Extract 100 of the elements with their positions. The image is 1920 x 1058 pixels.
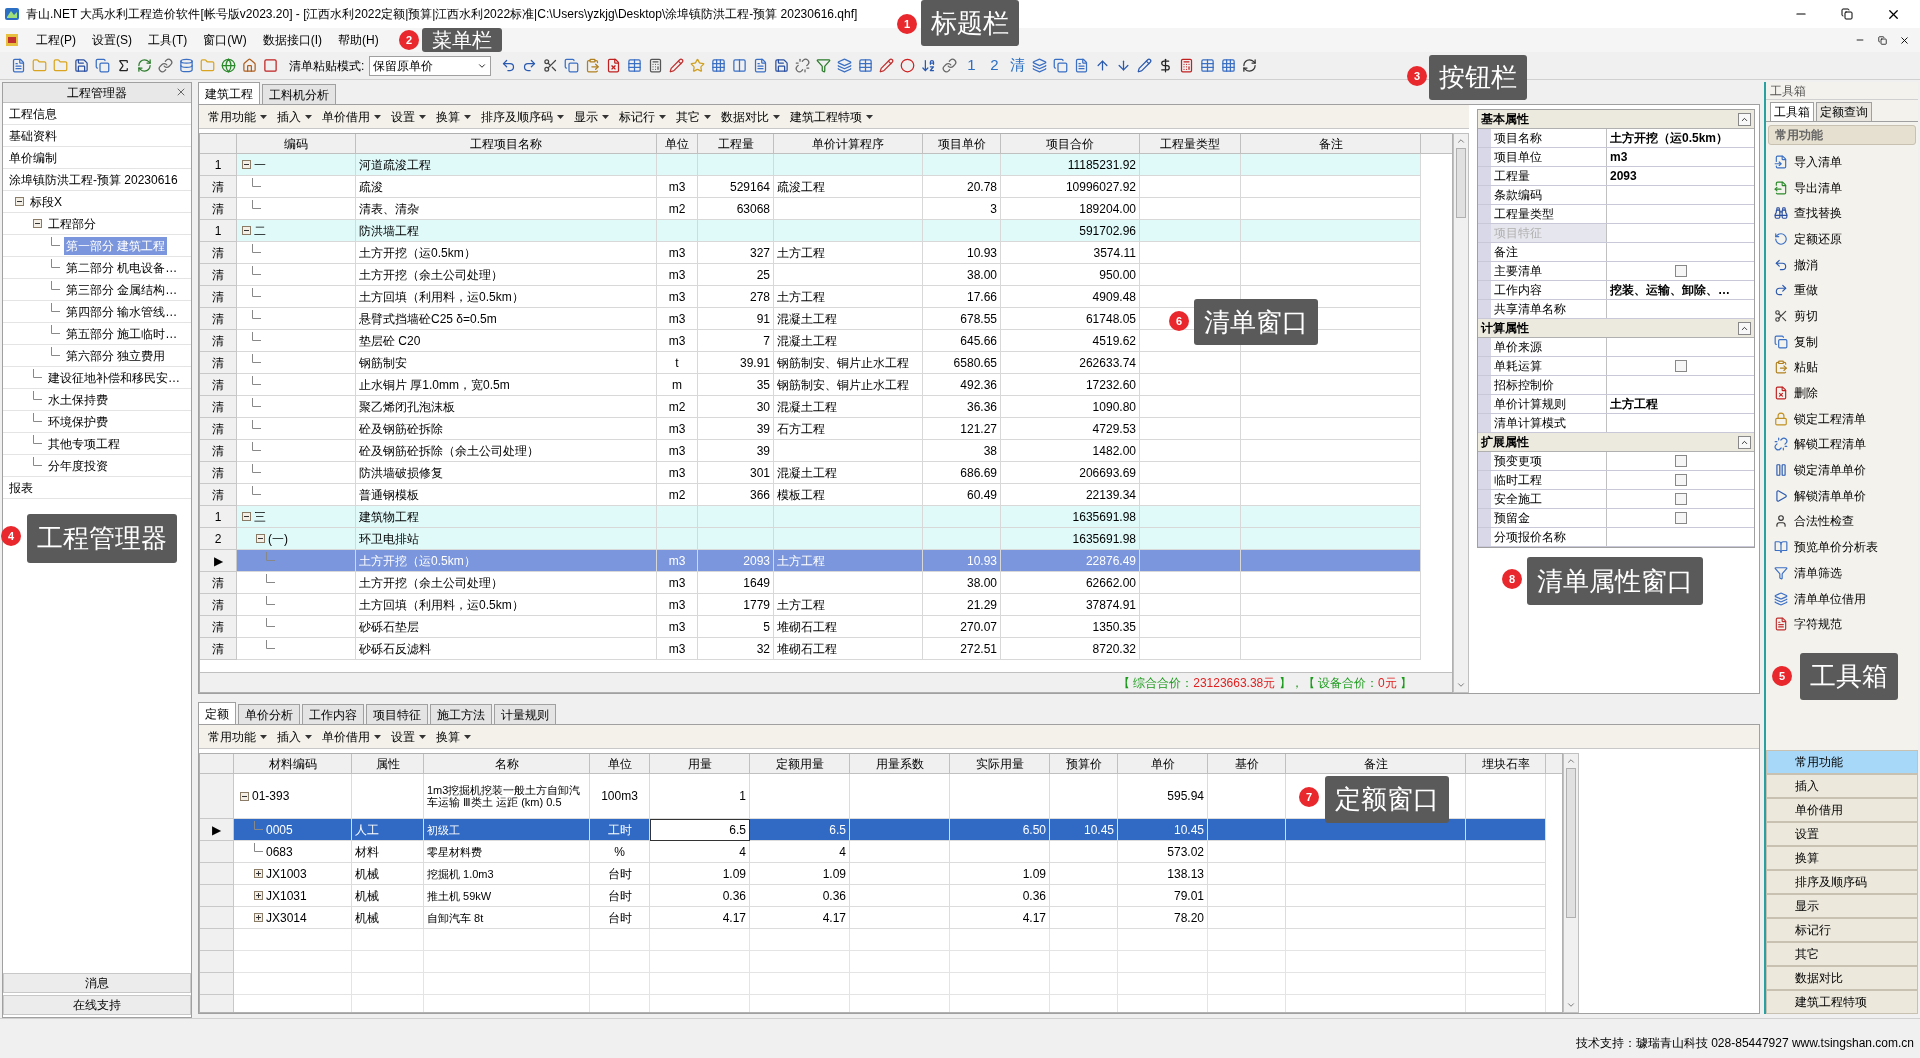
- plus-box-icon[interactable]: [254, 869, 263, 878]
- scroll-down-icon[interactable]: [1566, 1000, 1576, 1010]
- checkbox[interactable]: [1674, 265, 1687, 277]
- tree-item[interactable]: 其他专项工程: [46, 434, 122, 453]
- table-row[interactable]: 0683 材料 零星材料费 % 4 4 573.02: [200, 841, 1546, 863]
- toolbox-group[interactable]: 标记行: [1766, 918, 1918, 942]
- table-row[interactable]: 清 土方回填（利用料，运0.5km） m3 278 土方工程 17.66 4909.48: [200, 286, 1421, 308]
- table-row[interactable]: JX1031 机械 推土机 59kW 台时 0.36 0.36 0.36 79.01: [200, 885, 1546, 907]
- toolbox-item[interactable]: 锁定清单单价: [1766, 457, 1874, 483]
- menu-button[interactable]: 换算: [431, 726, 476, 747]
- toolbox-group[interactable]: 设置: [1766, 822, 1918, 846]
- toolbox-item[interactable]: 剪切: [1766, 303, 1826, 329]
- nav-item[interactable]: 涂埠镇防洪工程-预算 20230616: [9, 170, 178, 189]
- menu-button[interactable]: 换算: [431, 106, 476, 127]
- tab[interactable]: 工料机分析: [262, 84, 336, 104]
- menu-button[interactable]: 常用功能: [203, 726, 272, 747]
- minus-box-icon[interactable]: [240, 791, 249, 801]
- nav-item[interactable]: 报表: [9, 478, 33, 497]
- checkbox[interactable]: [1674, 474, 1687, 486]
- toolbar-button[interactable]: 2: [983, 55, 1006, 76]
- tab[interactable]: 单价分析: [238, 704, 300, 724]
- toolbar-button[interactable]: 清: [1006, 55, 1029, 76]
- tree-item[interactable]: 环境保护费: [46, 412, 110, 431]
- group-row[interactable]: 1 二 防洪墙工程 591702.96: [200, 220, 1421, 242]
- tree-item[interactable]: 建设征地补偿和移民安…: [46, 368, 182, 387]
- menu-button[interactable]: 单价借用: [317, 106, 386, 127]
- group-row[interactable]: 1 三 建筑物工程 1635691.98: [200, 506, 1421, 528]
- table-row[interactable]: 清 土方回填（利用料，运0.5km） m3 1779 土方工程 21.29 37874.91: [200, 594, 1421, 616]
- input-field[interactable]: 6.5: [650, 819, 750, 841]
- toolbox-item[interactable]: 导出清单: [1766, 174, 1850, 201]
- tab[interactable]: 定额: [198, 702, 236, 724]
- checkbox[interactable]: [1674, 455, 1687, 467]
- toolbox-group[interactable]: 插入: [1766, 774, 1918, 798]
- checkbox[interactable]: [1674, 512, 1687, 524]
- nav-item[interactable]: 基础资料: [9, 126, 57, 145]
- table-row[interactable]: 清 砼及钢筋砼拆除（余土公司处理） m3 39 38 1482.00: [200, 440, 1421, 462]
- plus-box-icon[interactable]: [254, 891, 263, 900]
- toolbox-item[interactable]: 导入清单: [1766, 149, 1850, 175]
- menu-button[interactable]: 设置: [386, 726, 431, 747]
- menu-item[interactable]: 工具(T): [140, 29, 196, 51]
- toolbox-item[interactable]: 预览单价分析表: [1766, 534, 1886, 560]
- table-row[interactable]: 清 土方开挖（余土公司处理） m3 1649 38.00 62662.00: [200, 572, 1421, 594]
- collapse-button[interactable]: [1738, 321, 1751, 335]
- group-row[interactable]: 2 (一) 环卫电排站 1635691.98: [200, 528, 1421, 550]
- toolbox-item[interactable]: 合法性检查: [1766, 508, 1862, 535]
- menu-button[interactable]: 标记行: [614, 106, 671, 127]
- menu-button[interactable]: 设置: [386, 106, 431, 127]
- menu-item[interactable]: 帮助(H): [330, 29, 387, 51]
- toolbox-group[interactable]: 单价借用: [1766, 798, 1918, 822]
- minus-box-icon[interactable]: [33, 219, 42, 228]
- minus-box-icon[interactable]: [242, 160, 251, 169]
- table-row[interactable]: 清 防洪墙破损修复 m3 301 混凝土工程 686.69 206693.69: [200, 462, 1421, 484]
- toolbox-item[interactable]: 锁定工程清单: [1766, 405, 1874, 432]
- menu-button[interactable]: 常用功能: [203, 106, 272, 127]
- menu-item[interactable]: 工程(P): [28, 29, 84, 51]
- table-row[interactable]: 清 普通钢模板 m2 366 模板工程 60.49 22139.34: [200, 484, 1421, 506]
- toolbox-group[interactable]: 显示: [1766, 894, 1918, 918]
- toolbox-group[interactable]: 其它: [1766, 942, 1918, 966]
- toolbox-item[interactable]: 重做: [1766, 277, 1826, 304]
- plus-box-icon[interactable]: [254, 913, 263, 922]
- toolbox-group[interactable]: 换算: [1766, 846, 1918, 870]
- menu-button[interactable]: 排序及顺序码: [476, 106, 569, 127]
- tree-item[interactable]: 第六部分 独立费用: [64, 346, 168, 365]
- toolbox-item[interactable]: 删除: [1766, 380, 1826, 406]
- toolbox-item[interactable]: 复制: [1766, 328, 1826, 355]
- panel-button[interactable]: 消息: [3, 973, 191, 993]
- toolbox-item[interactable]: 清单单位借用: [1766, 585, 1874, 612]
- nav-item[interactable]: 工程信息: [9, 104, 57, 123]
- table-row[interactable]: 清 聚乙烯闭孔泡沫板 m2 30 混凝土工程 36.36 1090.80: [200, 396, 1421, 418]
- toolbox-item[interactable]: 撤消: [1766, 251, 1826, 278]
- tree-item[interactable]: 标段X: [28, 192, 64, 211]
- tab[interactable]: 工具箱: [1770, 102, 1814, 121]
- toolbox-item[interactable]: 粘贴: [1766, 354, 1826, 381]
- selected-row[interactable]: ▶ 土方开挖（运0.5km） m3 2093 土方工程 10.93 22876.49: [200, 550, 1421, 572]
- minus-box-icon[interactable]: [15, 197, 24, 206]
- tab[interactable]: 工作内容: [302, 704, 364, 724]
- tree-item[interactable]: 第四部分 输水管线…: [64, 302, 180, 321]
- scrollbar[interactable]: [1453, 133, 1469, 693]
- table-row[interactable]: 清 土方开挖（运0.5km） m3 327 土方工程 10.93 3574.11: [200, 242, 1421, 264]
- scroll-up-icon[interactable]: [1456, 136, 1466, 146]
- collapse-button[interactable]: [1738, 112, 1751, 126]
- menu-button[interactable]: 插入: [272, 726, 317, 747]
- panel-button[interactable]: 在线支持: [3, 995, 191, 1015]
- toolbox-item[interactable]: 查找替换: [1766, 200, 1850, 227]
- tab[interactable]: 定额查询: [1816, 102, 1872, 121]
- tree-item[interactable]: 水土保持费: [46, 390, 110, 409]
- tree-item[interactable]: 第二部分 机电设备…: [64, 258, 180, 277]
- toolbox-item[interactable]: 定额还原: [1766, 226, 1850, 252]
- scrollbar-thumb[interactable]: [1456, 148, 1466, 218]
- menu-item[interactable]: 数据接口(I): [254, 29, 330, 51]
- menu-item[interactable]: 设置(S): [84, 29, 140, 51]
- menu-button[interactable]: 数据对比: [716, 106, 785, 127]
- scrollbar-thumb[interactable]: [1566, 768, 1576, 918]
- tree-item[interactable]: 分年度投资: [46, 456, 110, 475]
- table-row[interactable]: 清 砂砾石反滤料 m3 32 堆砌石工程 272.51 8720.32: [200, 638, 1421, 660]
- scrollbar[interactable]: [1563, 753, 1579, 1013]
- menu-button[interactable]: 建筑工程特项: [785, 106, 878, 127]
- menu-item[interactable]: 窗口(W): [195, 29, 255, 51]
- table-row[interactable]: 清 砂砾石垫层 m3 5 堆砌石工程 270.07 1350.35: [200, 616, 1421, 638]
- nav-item[interactable]: 单价编制: [9, 148, 57, 167]
